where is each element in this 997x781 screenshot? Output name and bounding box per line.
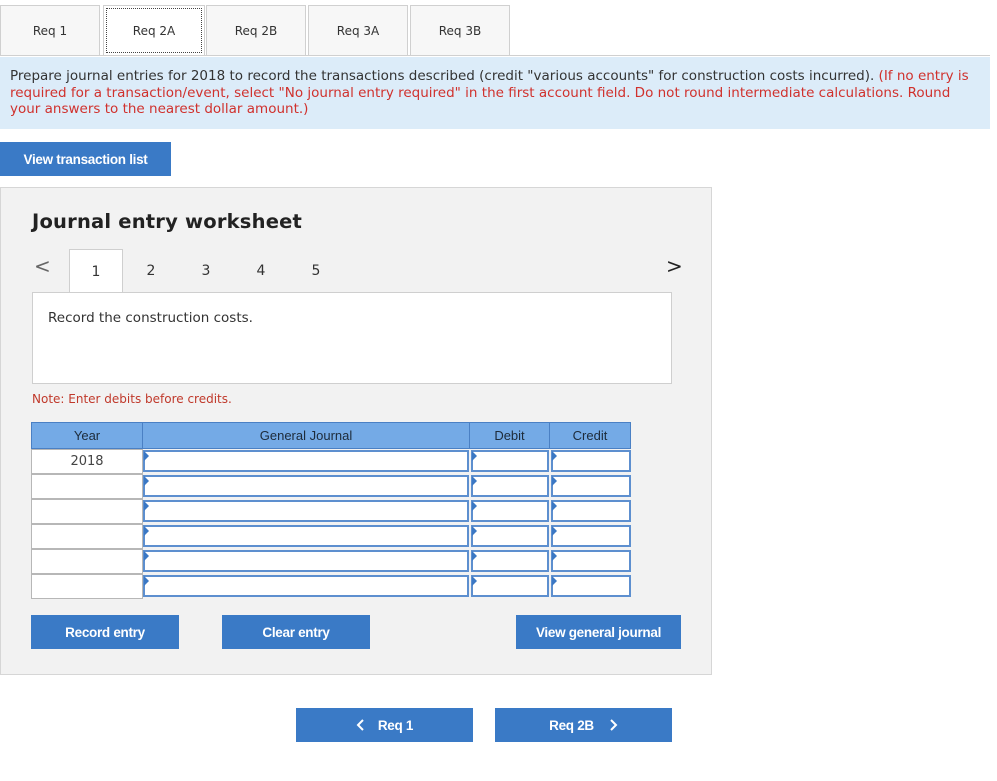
year-cell	[31, 549, 143, 574]
column-header-general-journal: General Journal	[142, 422, 470, 449]
view-general-journal-button[interactable]: View general journal	[516, 615, 681, 649]
account-input[interactable]	[143, 475, 469, 497]
debit-input[interactable]	[471, 450, 549, 472]
debit-credit-note: Note: Enter debits before credits.	[32, 392, 232, 406]
column-header-credit: Credit	[549, 422, 631, 449]
instructions-text: Prepare journal entries for 2018 to reco…	[10, 68, 879, 84]
prev-req-1-button[interactable]: Req 1	[296, 708, 473, 742]
worksheet-title: Journal entry worksheet	[32, 210, 303, 233]
next-req-2b-button[interactable]: Req 2B	[495, 708, 672, 742]
account-input[interactable]	[143, 450, 469, 472]
account-input[interactable]	[143, 550, 469, 572]
tab-req-2a[interactable]: Req 2A	[103, 5, 205, 56]
year-cell	[31, 524, 143, 549]
column-header-year: Year	[31, 422, 143, 449]
page-tab-1[interactable]: 1	[69, 249, 123, 294]
credit-input[interactable]	[551, 450, 631, 472]
clear-entry-button[interactable]: Clear entry	[222, 615, 370, 649]
page-tab-4[interactable]: 4	[234, 249, 288, 293]
record-entry-button[interactable]: Record entry	[31, 615, 179, 649]
debit-input[interactable]	[471, 475, 549, 497]
debit-input[interactable]	[471, 525, 549, 547]
credit-input[interactable]	[551, 475, 631, 497]
entry-description-box: Record the construction costs.	[32, 292, 672, 384]
account-input[interactable]	[143, 575, 469, 597]
account-input[interactable]	[143, 500, 469, 522]
tab-req-3b[interactable]: Req 3B	[410, 5, 510, 56]
page-tab-5[interactable]: 5	[289, 249, 343, 293]
tab-req-1[interactable]: Req 1	[0, 5, 100, 56]
credit-input[interactable]	[551, 500, 631, 522]
view-transaction-list-button[interactable]: View transaction list	[0, 142, 171, 176]
next-page-arrow-icon[interactable]: >	[666, 254, 683, 278]
credit-input[interactable]	[551, 575, 631, 597]
year-cell	[31, 574, 143, 599]
next-req-label: Req 2B	[549, 717, 594, 733]
tab-divider	[0, 55, 990, 56]
instructions-banner: Prepare journal entries for 2018 to reco…	[0, 57, 990, 129]
page-tab-3[interactable]: 3	[179, 249, 233, 293]
year-cell: 2018	[31, 449, 143, 474]
entry-description: Record the construction costs.	[48, 310, 253, 326]
column-header-debit: Debit	[469, 422, 550, 449]
debit-input[interactable]	[471, 575, 549, 597]
year-cell	[31, 474, 143, 499]
credit-input[interactable]	[551, 525, 631, 547]
debit-input[interactable]	[471, 500, 549, 522]
journal-entry-worksheet: Journal entry worksheet < > 1 2 3 4 5 Re…	[0, 187, 712, 675]
tab-req-2b[interactable]: Req 2B	[206, 5, 306, 56]
chevron-right-icon	[610, 719, 618, 731]
page-tab-2[interactable]: 2	[124, 249, 178, 293]
year-cell	[31, 499, 143, 524]
credit-input[interactable]	[551, 550, 631, 572]
chevron-left-icon	[356, 719, 364, 731]
debit-input[interactable]	[471, 550, 549, 572]
prev-req-label: Req 1	[377, 717, 414, 733]
tab-req-3a[interactable]: Req 3A	[308, 5, 408, 56]
account-input[interactable]	[143, 525, 469, 547]
prev-page-arrow-icon[interactable]: <	[34, 254, 51, 278]
